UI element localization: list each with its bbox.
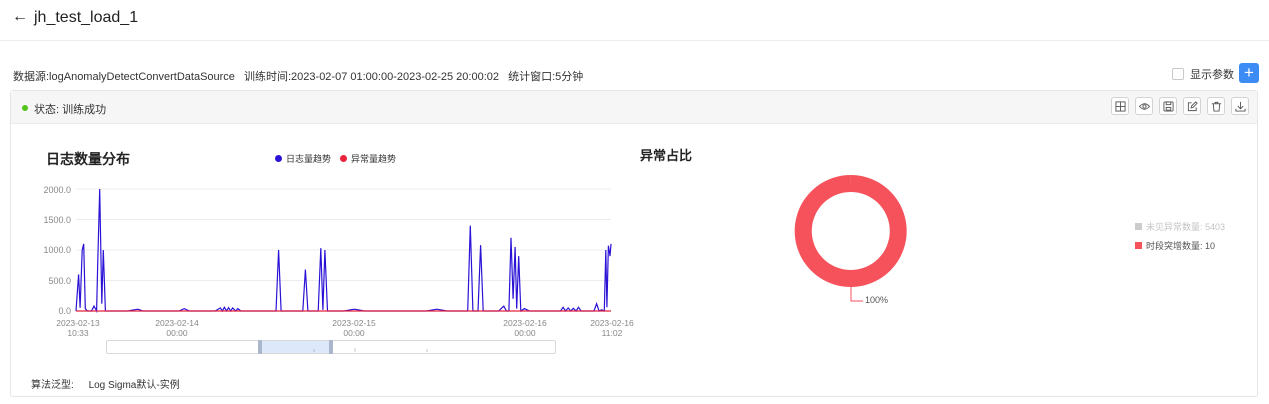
x-tick-label: 2023-02-15 00:00 <box>324 318 384 338</box>
anomaly-ratio-title: 异常占比 <box>640 148 693 163</box>
zoom-window[interactable] <box>260 341 333 353</box>
pie-label-leader <box>850 287 863 302</box>
algorithm-label: 算法泛型: <box>31 380 74 391</box>
pie-legend-swatch <box>1135 222 1142 230</box>
window-text: 统计窗口:5分钟 <box>508 71 584 83</box>
data-zoom-slider[interactable] <box>106 340 556 354</box>
zoom-handle-left[interactable] <box>258 340 262 354</box>
algorithm-value: Log Sigma默认-实例 <box>88 380 180 391</box>
pie-legend-item-spike[interactable]: 时段突增数量: 10 <box>1135 238 1225 252</box>
train-time-text: 训练时间:2023-02-07 01:00:00-2023-02-25 20:0… <box>244 71 500 83</box>
task-meta: 数据源:logAnomalyDetectConvertDataSource 训练… <box>13 68 589 84</box>
x-tick-time: 00:00 <box>343 328 365 338</box>
eye-icon[interactable] <box>1135 97 1153 115</box>
arrow-left-icon[interactable]: ← <box>12 8 28 26</box>
add-button[interactable]: + <box>1239 63 1259 83</box>
download-icon[interactable] <box>1231 97 1249 115</box>
pie-legend-swatch <box>1135 241 1142 249</box>
pie-legend-label: 时段突增数量: 10 <box>1146 240 1216 251</box>
pie-legend: 未见异常数量: 5403 时段突增数量: 10 <box>1135 219 1225 257</box>
x-tick-date: 2023-02-15 <box>332 318 376 328</box>
x-tick-date: 2023-02-14 <box>155 318 199 328</box>
show-params-toggle[interactable]: 显示参数 <box>1172 66 1234 82</box>
card-toolbar <box>1111 97 1249 115</box>
page-header: ← jh_test_load_1 <box>0 0 1269 41</box>
log-count-chart <box>75 188 612 314</box>
x-tick-date: 2023-02-16 <box>590 318 634 328</box>
zoom-handle-right[interactable] <box>329 340 333 354</box>
algorithm-info: 算法泛型: Log Sigma默认-实例 <box>31 376 192 391</box>
x-tick-label: 2023-02-13 10:33 <box>48 318 108 338</box>
save-icon[interactable] <box>1159 97 1177 115</box>
datasource-text: 数据源:logAnomalyDetectConvertDataSource <box>13 71 235 83</box>
x-tick-label: 2023-02-16 00:00 <box>495 318 555 338</box>
page-title: jh_test_load_1 <box>34 9 139 26</box>
trash-icon[interactable] <box>1207 97 1225 115</box>
table-icon[interactable] <box>1111 97 1129 115</box>
x-tick-time: 00:00 <box>166 328 188 338</box>
x-tick-label: 2023-02-14 00:00 <box>147 318 207 338</box>
show-params-checkbox[interactable] <box>1172 68 1184 80</box>
show-params-label: 显示参数 <box>1190 69 1234 81</box>
x-tick-label: 2023-02-16 11:02 <box>582 318 642 338</box>
edit-icon[interactable] <box>1183 97 1201 115</box>
pie-legend-label: 未见异常数量: 5403 <box>1146 221 1226 232</box>
pie-slice-label: 100% <box>865 295 889 305</box>
x-tick-time: 00:00 <box>514 328 536 338</box>
anomaly-ratio-chart <box>794 174 907 302</box>
result-card: 状态: 训练成功 日志数量分布 日志量趋势 异常量趋势 0.0 500.0 10… <box>10 90 1258 397</box>
x-tick-time: 10:33 <box>67 328 89 338</box>
x-tick-date: 2023-02-13 <box>56 318 100 328</box>
pie-legend-item-normal[interactable]: 未见异常数量: 5403 <box>1135 219 1225 233</box>
x-tick-date: 2023-02-16 <box>503 318 547 328</box>
x-tick-time: 11:02 <box>601 328 623 338</box>
